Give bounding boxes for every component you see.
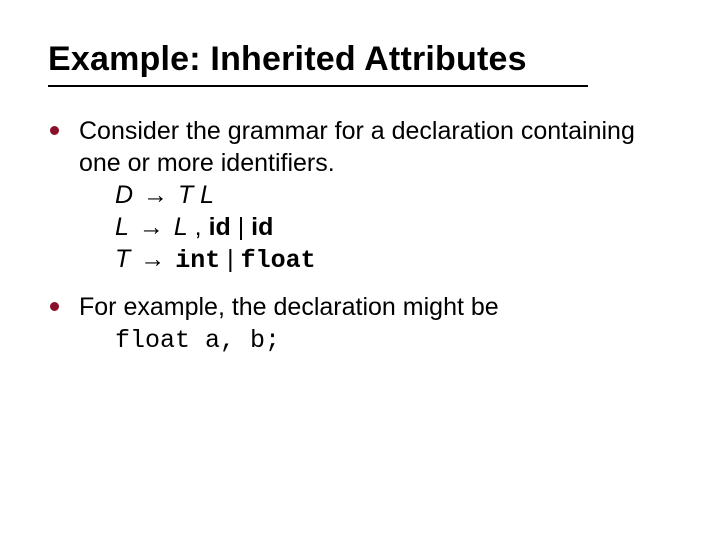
terminal: id [251,213,273,241]
bullet-icon [50,302,59,311]
terminal: float [241,246,316,275]
bullet-item: Consider the grammar for a declaration c… [48,115,672,277]
nonterminal: T L [178,181,214,209]
bullet-text: For example, the declaration might be fl… [79,291,672,357]
nonterminal: L [115,213,129,241]
slide-body: Consider the grammar for a declaration c… [48,115,672,357]
arrow-icon: → [137,243,168,275]
terminal: id [209,213,231,241]
title-underline: Example: Inherited Attributes [48,40,588,87]
code-text: float a, b; [115,326,280,355]
arrow-icon: → [140,179,171,211]
code-example: float a, b; [79,323,672,357]
grammar-rule: D → T L [79,179,672,211]
terminal: int [175,246,220,275]
bullet-line: For example, the declaration might be [79,293,499,321]
bullet-line: Consider the grammar for a declaration c… [79,117,635,177]
slide-title: Example: Inherited Attributes [48,40,588,79]
grammar-rule: T → int | float [79,243,672,277]
bar-separator: | [220,245,240,273]
bullet-text: Consider the grammar for a declaration c… [79,115,672,277]
slide: Example: Inherited Attributes Consider t… [0,0,720,540]
nonterminal: L [174,213,188,241]
nonterminal: D [115,181,133,209]
arrow-icon: → [136,211,167,243]
nonterminal: T [115,245,130,273]
bullet-icon [50,126,59,135]
bullet-item: For example, the declaration might be fl… [48,291,672,357]
bar-separator: | [231,213,251,241]
literal-text: , [188,213,209,241]
grammar-rule: L → L , id | id [79,211,672,243]
